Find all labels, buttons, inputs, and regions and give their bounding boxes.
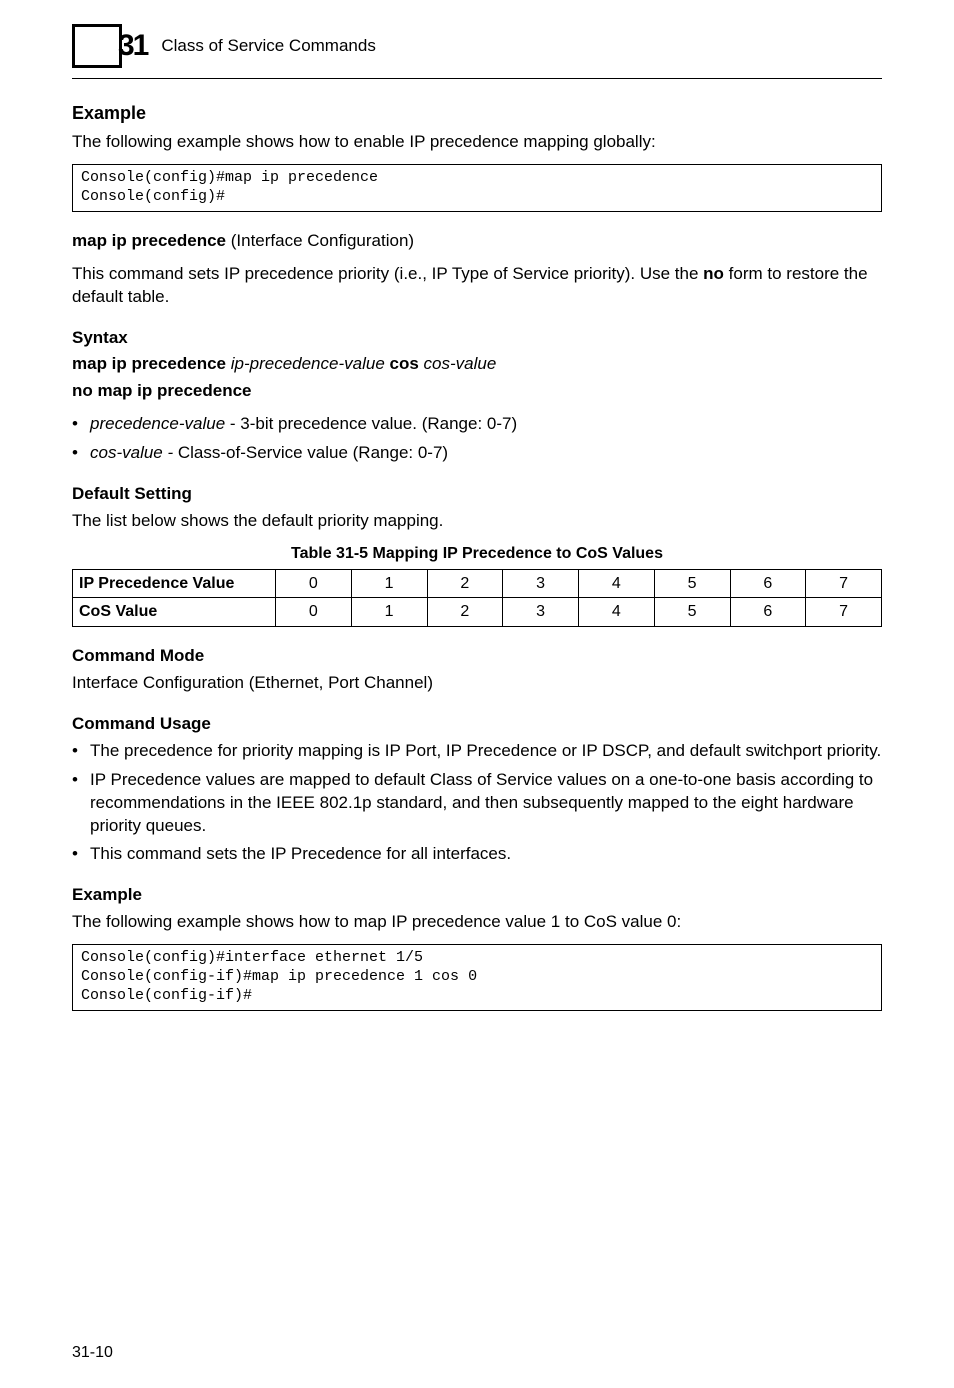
example1-heading: Example [72, 101, 882, 125]
example1-code: Console(config)#map ip precedence Consol… [72, 164, 882, 212]
command-desc-pre: This command sets IP precedence priority… [72, 264, 703, 283]
page-header: 31 Class of Service Commands [72, 24, 882, 68]
table-cell: 2 [427, 569, 503, 598]
syntax-param2: cos-value - Class-of-Service value (Rang… [72, 442, 882, 465]
syntax-l1-i2: cos-value [424, 354, 497, 373]
syntax-params: precedence-value - 3-bit precedence valu… [72, 413, 882, 465]
example2-heading: Example [72, 884, 882, 907]
table-cell: 1 [351, 569, 427, 598]
page-number: 31-10 [72, 1342, 113, 1364]
chapter-box-icon [72, 24, 122, 68]
table-cell: 2 [427, 598, 503, 627]
syntax-l1-i1: ip-precedence-value [231, 354, 385, 373]
table-cell: 3 [503, 598, 579, 627]
table-cell: 7 [806, 569, 882, 598]
table-caption: Table 31-5 Mapping IP Precedence to CoS … [72, 543, 882, 565]
list-item: IP Precedence values are mapped to defau… [72, 769, 882, 838]
table-cell: 1 [351, 598, 427, 627]
syntax-heading: Syntax [72, 327, 882, 350]
chapter-number: 31 [118, 26, 147, 67]
syntax-l2-b: no map ip precedence [72, 381, 252, 400]
syntax-l1-b1: map ip precedence [72, 354, 231, 373]
table-cell: 6 [730, 569, 806, 598]
syntax-param1-name: precedence-value [90, 414, 225, 433]
table-cell: 5 [654, 598, 730, 627]
syntax-param1: precedence-value - 3-bit precedence valu… [72, 413, 882, 436]
chapter-label: Class of Service Commands [161, 35, 375, 58]
command-heading-line: map ip precedence (Interface Configurati… [72, 230, 882, 253]
table-cell: 4 [579, 598, 655, 627]
table-cell: 3 [503, 569, 579, 598]
syntax-line2: no map ip precedence [72, 380, 882, 403]
table-cell: 0 [276, 569, 352, 598]
usage-heading: Command Usage [72, 713, 882, 736]
syntax-line1: map ip precedence ip-precedence-value co… [72, 353, 882, 376]
list-item: This command sets the IP Precedence for … [72, 843, 882, 866]
command-suffix: (Interface Configuration) [226, 231, 414, 250]
default-heading: Default Setting [72, 483, 882, 506]
command-name: map ip precedence [72, 231, 226, 250]
syntax-param1-desc: - 3-bit precedence value. (Range: 0-7) [225, 414, 517, 433]
table-cell: 6 [730, 598, 806, 627]
command-desc-no: no [703, 264, 724, 283]
page: 31 Class of Service Commands Example The… [0, 0, 954, 1388]
mode-text: Interface Configuration (Ethernet, Port … [72, 672, 882, 695]
table-cell: 7 [806, 598, 882, 627]
table-cell: 0 [276, 598, 352, 627]
mode-heading: Command Mode [72, 645, 882, 668]
command-description: This command sets IP precedence priority… [72, 263, 882, 309]
table-row: CoS Value 0 1 2 3 4 5 6 7 [73, 598, 882, 627]
example1-intro: The following example shows how to enabl… [72, 131, 882, 154]
table-cell: 4 [579, 569, 655, 598]
example2-code: Console(config)#interface ethernet 1/5 C… [72, 944, 882, 1010]
example2-intro: The following example shows how to map I… [72, 911, 882, 934]
syntax-param2-name: cos-value - [90, 443, 173, 462]
table-cell: 5 [654, 569, 730, 598]
default-text: The list below shows the default priorit… [72, 510, 882, 533]
header-rule [72, 78, 882, 79]
table-row1-label: IP Precedence Value [73, 569, 276, 598]
syntax-l1-b2: cos [385, 354, 424, 373]
syntax-param2-desc: Class-of-Service value (Range: 0-7) [173, 443, 448, 462]
usage-bullets: The precedence for priority mapping is I… [72, 740, 882, 867]
list-item: The precedence for priority mapping is I… [72, 740, 882, 763]
table-row2-label: CoS Value [73, 598, 276, 627]
table-row: IP Precedence Value 0 1 2 3 4 5 6 7 [73, 569, 882, 598]
precedence-cos-table: IP Precedence Value 0 1 2 3 4 5 6 7 CoS … [72, 569, 882, 627]
chapter-badge: 31 [72, 24, 147, 68]
